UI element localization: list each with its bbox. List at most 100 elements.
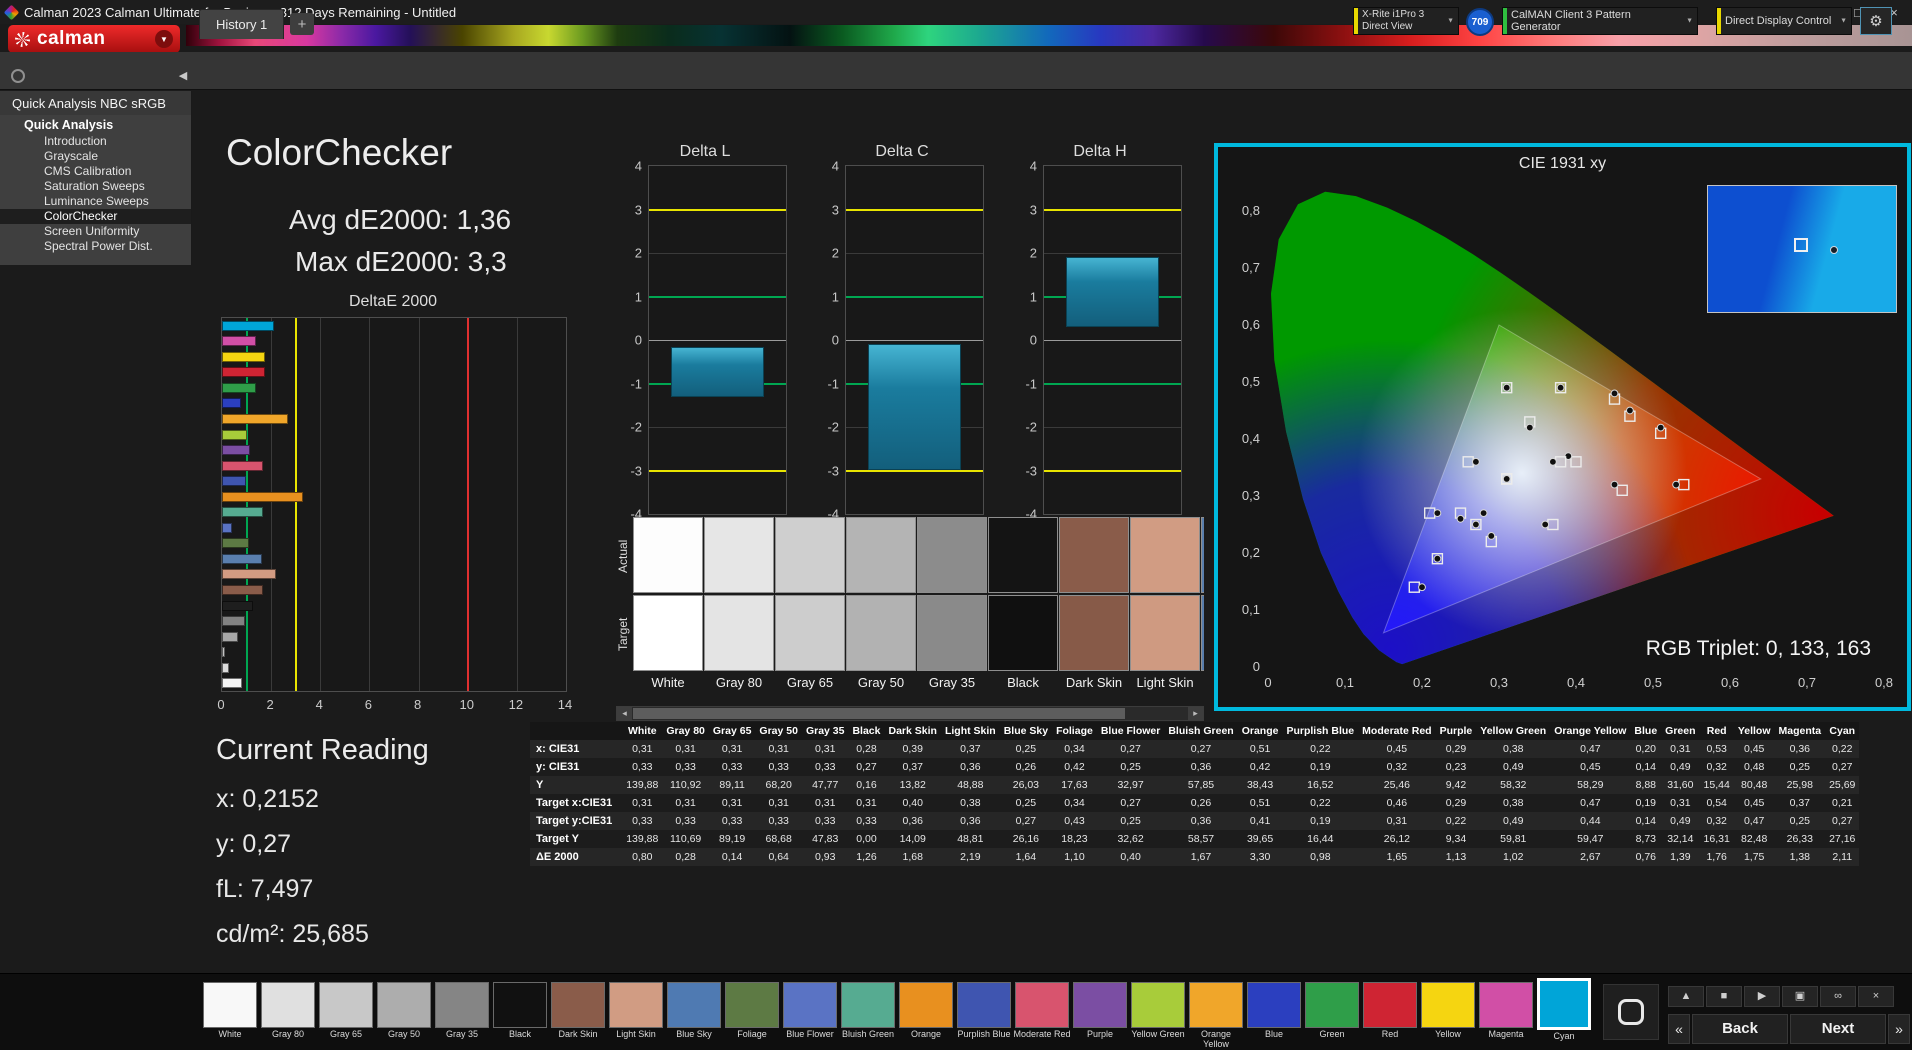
table-cell: 26,33 (1775, 830, 1826, 848)
meter-dropdown[interactable]: X-Rite i1Pro 3 Direct View ▼ (1353, 7, 1459, 35)
table-cell: 0,36 (941, 758, 1000, 776)
patch-foliage[interactable]: Foliage (723, 982, 781, 1040)
scroll-thumb[interactable] (633, 708, 1125, 719)
pin-button[interactable] (11, 69, 25, 83)
column-header: Gray 35 (802, 722, 849, 740)
collapse-up-button[interactable]: ▲ (1668, 986, 1704, 1007)
patch-label: Green (1303, 1030, 1361, 1040)
table-cell: 0,31 (1358, 812, 1435, 830)
patch-bluish-green[interactable]: Bluish Green (839, 982, 897, 1040)
patch-yellow[interactable]: Yellow (1419, 982, 1477, 1040)
patch-blue[interactable]: Blue (1245, 982, 1303, 1040)
patch-purplish-blue[interactable]: Purplish Blue (955, 982, 1013, 1040)
sidebar-item-cms-calibration[interactable]: CMS Calibration (0, 164, 191, 179)
reference-line (649, 296, 786, 298)
table-cell: 0,31 (1661, 794, 1699, 812)
add-tab-button[interactable]: + (290, 13, 314, 35)
patch-light-skin[interactable]: Light Skin (607, 982, 665, 1040)
scroll-left-button[interactable]: ◂ (617, 707, 632, 720)
table-cell: 0,34 (1052, 794, 1097, 812)
patch-label: Yellow Green (1129, 1030, 1187, 1040)
table-row: Target x:CIE310,310,310,310,310,310,310,… (530, 794, 1859, 812)
patch-label: Gray 65 (317, 1030, 375, 1040)
table-cell: 89,11 (709, 776, 756, 794)
column-header: Orange (1238, 722, 1283, 740)
play-button[interactable]: ▶ (1744, 986, 1780, 1007)
patch-cyan[interactable]: Cyan (1535, 982, 1593, 1042)
delta-l-title: Delta L (616, 143, 794, 161)
de-bar (222, 414, 288, 424)
sidebar-item-luminance-sweeps[interactable]: Luminance Sweeps (0, 194, 191, 209)
table-cell: 15,44 (1700, 776, 1734, 794)
continuous-measure-button[interactable]: ∞ (1820, 986, 1856, 1007)
tab-history-1[interactable]: History 1 (199, 9, 284, 39)
patch-gray-80[interactable]: Gray 80 (259, 982, 317, 1040)
reading-x: x: 0,2152 (216, 785, 429, 814)
pattern-window-button[interactable] (1603, 984, 1659, 1040)
patch-yellow-green[interactable]: Yellow Green (1129, 982, 1187, 1040)
pattern-generator-dropdown[interactable]: CalMAN Client 3 Pattern Generator ▼ (1502, 7, 1698, 35)
y-tick-label: -1 (616, 376, 642, 391)
settings-gear-button[interactable]: ⚙ (1860, 7, 1892, 35)
next-button[interactable]: Next (1790, 1014, 1886, 1044)
scroll-right-button[interactable]: ▸ (1188, 707, 1203, 720)
patch-white[interactable]: White (201, 982, 259, 1040)
table-cell: 0,47 (1550, 740, 1630, 758)
table-cell: 0,27 (1000, 812, 1052, 830)
stop-button[interactable]: ■ (1706, 986, 1742, 1007)
table-cell: 0,31 (1661, 740, 1699, 758)
nav-next-icon-button[interactable]: » (1888, 1014, 1910, 1044)
patch-magenta[interactable]: Magenta (1477, 982, 1535, 1040)
sidebar-collapse-button[interactable]: ◀ (174, 67, 192, 85)
patch-blue-flower[interactable]: Blue Flower (781, 982, 839, 1040)
svg-text:0,7: 0,7 (1798, 675, 1816, 690)
table-cell: 48,88 (941, 776, 1000, 794)
calman-logo-menu[interactable]: calman ▼ (8, 25, 180, 53)
patch-label: Orange (897, 1030, 955, 1040)
patch-swatch (1131, 982, 1185, 1028)
patch-purple[interactable]: Purple (1071, 982, 1129, 1040)
table-cell: 0,47 (1550, 794, 1630, 812)
patch-black[interactable]: Black (491, 982, 549, 1040)
table-cell: 9,42 (1436, 776, 1477, 794)
sidebar-item-grayscale[interactable]: Grayscale (0, 149, 191, 164)
close-controls-button[interactable]: × (1858, 986, 1894, 1007)
table-cell: 2,67 (1550, 848, 1630, 866)
patch-green[interactable]: Green (1303, 982, 1361, 1040)
reference-line (1044, 209, 1181, 211)
table-cell: 1,13 (1436, 848, 1477, 866)
workflow-root-node[interactable]: Quick Analysis (0, 115, 191, 134)
sidebar-item-introduction[interactable]: Introduction (0, 134, 191, 149)
sidebar-item-saturation-sweeps[interactable]: Saturation Sweeps (0, 179, 191, 194)
column-header: Bluish Green (1164, 722, 1237, 740)
patch-label: Magenta (1477, 1030, 1535, 1040)
patch-gray-65[interactable]: Gray 65 (317, 982, 375, 1040)
patch-gray-35[interactable]: Gray 35 (433, 982, 491, 1040)
patch-orange[interactable]: Orange (897, 982, 955, 1040)
cie-1931-panel[interactable]: 00,10,20,30,40,50,60,70,800,10,20,30,40,… (1214, 143, 1911, 711)
sidebar-item-screen-uniformity[interactable]: Screen Uniformity (0, 224, 191, 239)
actual-row-label: Actual (616, 525, 632, 587)
column-header: Dark Skin (885, 722, 941, 740)
table-cell: 58,57 (1164, 830, 1237, 848)
sidebar-item-colorchecker[interactable]: ColorChecker (0, 209, 191, 224)
patch-orange-yellow[interactable]: Orange Yellow (1187, 982, 1245, 1050)
table-cell: 0,54 (1700, 794, 1734, 812)
y-tick-label: 1 (813, 289, 839, 304)
pattern-toggle-button[interactable]: ▣ (1782, 986, 1818, 1007)
patch-dark-skin[interactable]: Dark Skin (549, 982, 607, 1040)
deltae-2000-chart: DeltaE 2000 02468101214 (217, 293, 571, 718)
table-cell: 8,88 (1630, 776, 1661, 794)
patch-moderate-red[interactable]: Moderate Red (1013, 982, 1071, 1040)
patch-gray-50[interactable]: Gray 50 (375, 982, 433, 1040)
sidebar-item-spectral-power-dist-[interactable]: Spectral Power Dist. (0, 239, 191, 254)
table-cell: 0,33 (802, 812, 849, 830)
table-cell: 0,49 (1661, 758, 1699, 776)
patch-red[interactable]: Red (1361, 982, 1419, 1040)
table-cell: 0,29 (1436, 794, 1477, 812)
rec709-badge[interactable]: 709 (1466, 8, 1494, 36)
display-control-dropdown[interactable]: Direct Display Control ▼ (1716, 7, 1852, 35)
nav-prev-icon-button[interactable]: « (1668, 1014, 1690, 1044)
back-button[interactable]: Back (1692, 1014, 1788, 1044)
patch-blue-sky[interactable]: Blue Sky (665, 982, 723, 1040)
